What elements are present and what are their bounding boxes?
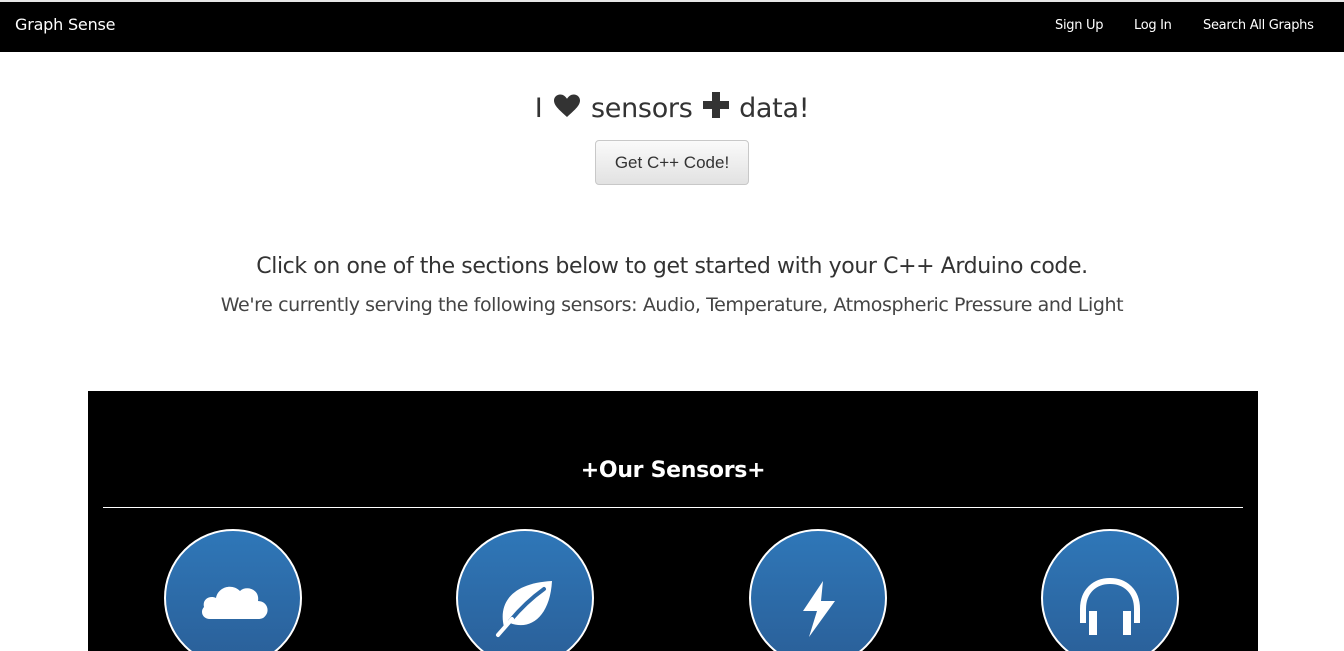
sensor-audio-button[interactable]	[1041, 529, 1179, 651]
brand-link[interactable]: Graph Sense	[15, 15, 115, 34]
navbar: Graph Sense Sign Up Log In Search All Gr…	[0, 2, 1344, 52]
nav-search-all-graphs-link[interactable]: Search All Graphs	[1203, 18, 1314, 33]
hero-word-i: I	[534, 93, 543, 124]
sensors-divider	[103, 507, 1243, 508]
sensors-title: +Our Sensors+	[580, 458, 766, 483]
hero-word-data: data!	[739, 93, 810, 124]
hero-title: I sensors data!	[0, 92, 1344, 125]
sensor-atmospheric-pressure-button[interactable]	[164, 529, 302, 651]
heart-icon	[553, 94, 581, 125]
intro-heading: Click on one of the sections below to ge…	[256, 254, 1088, 279]
sensors-panel: +Our Sensors+	[88, 391, 1258, 651]
nav-sign-up-link[interactable]: Sign Up	[1055, 18, 1103, 33]
sensor-light-button[interactable]	[749, 529, 887, 651]
intro-subheading: We're currently serving the following se…	[220, 294, 1124, 316]
get-cpp-code-button[interactable]: Get C++ Code!	[595, 140, 749, 185]
plus-icon	[702, 92, 729, 125]
hero-word-sensors: sensors	[591, 93, 693, 124]
sensor-temperature-button[interactable]	[456, 529, 594, 651]
nav-log-in-link[interactable]: Log In	[1134, 18, 1172, 33]
